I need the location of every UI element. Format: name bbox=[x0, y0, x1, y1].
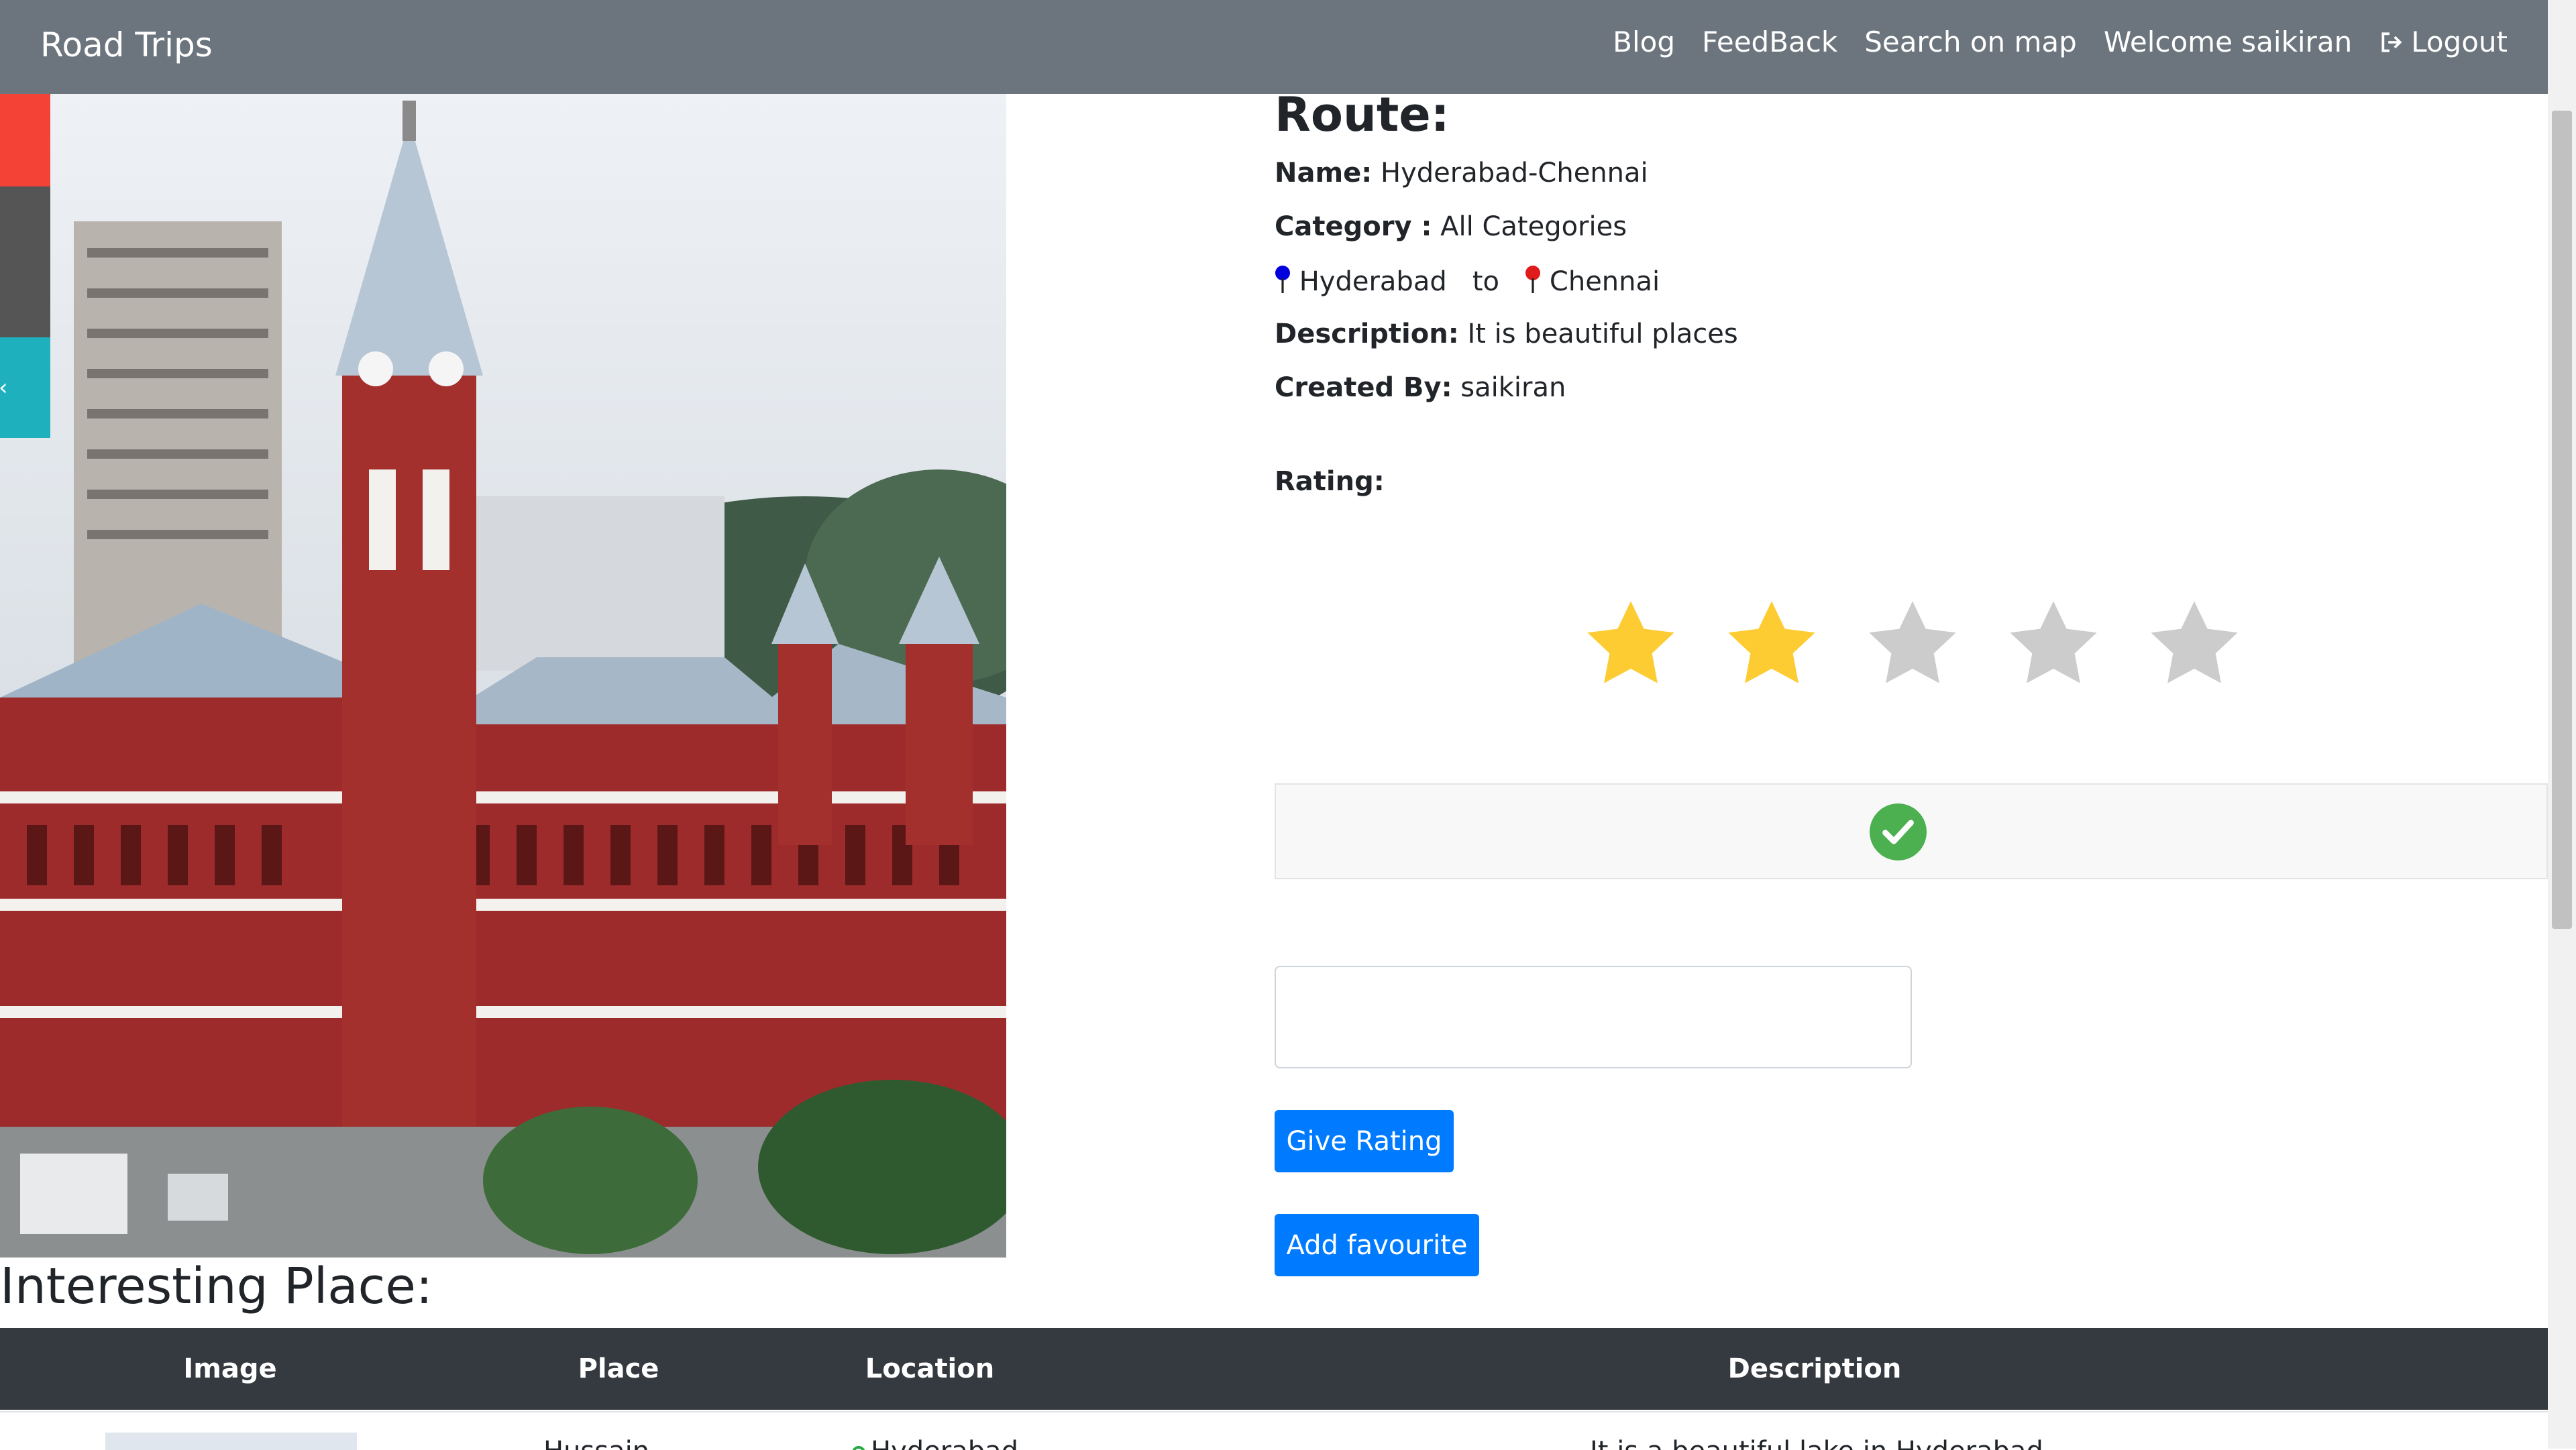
route-name-row: Name: Hyderabad-Chennai bbox=[1275, 158, 1648, 188]
add-favourite-button[interactable]: Add favourite bbox=[1275, 1214, 1479, 1276]
location-marker-icon bbox=[852, 1446, 865, 1450]
column-header-image: Image bbox=[183, 1353, 277, 1384]
place-thumbnail bbox=[105, 1433, 357, 1450]
side-tab-teal[interactable]: ‹ bbox=[0, 337, 50, 438]
rating-row: Rating: bbox=[1275, 466, 1385, 497]
route-photo bbox=[0, 94, 1006, 1258]
side-tab-gray[interactable] bbox=[0, 186, 50, 337]
chevron-left-icon: ‹ bbox=[0, 374, 8, 401]
route-created-by-label: Created By: bbox=[1275, 372, 1452, 403]
route-description-value: It is beautiful places bbox=[1467, 319, 1738, 349]
route-title: Route: bbox=[1275, 87, 1450, 142]
route-detail-panel: Route: Name: Hyderabad-Chennai Category … bbox=[1275, 0, 2548, 1308]
route-name-label: Name: bbox=[1275, 158, 1373, 188]
rating-label: Rating: bbox=[1275, 466, 1385, 497]
column-header-place: Place bbox=[578, 1353, 659, 1384]
places-table-header: Image Place Location Description bbox=[0, 1328, 2548, 1410]
star-filled-icon[interactable] bbox=[1580, 594, 1682, 695]
start-pin-icon bbox=[1275, 266, 1290, 293]
route-name-value: Hyderabad-Chennai bbox=[1381, 158, 1648, 188]
route-to-word: to bbox=[1472, 266, 1500, 297]
place-description-cell: It is a beautiful lake in Hyderabad bbox=[1590, 1436, 2043, 1450]
give-rating-button[interactable]: Give Rating bbox=[1275, 1110, 1454, 1172]
route-to: Chennai bbox=[1549, 266, 1660, 297]
route-category-value: All Categories bbox=[1440, 211, 1627, 242]
scrollbar-thumb[interactable] bbox=[2552, 111, 2572, 929]
end-pin-icon bbox=[1525, 266, 1541, 293]
check-circle-icon bbox=[1870, 803, 1927, 860]
place-location-text: Hyderabad bbox=[871, 1436, 1018, 1450]
star-rating-widget[interactable] bbox=[1580, 594, 2245, 695]
place-name-cell: Hussain... bbox=[543, 1436, 675, 1450]
place-location-cell: Hyderabad bbox=[852, 1436, 1018, 1450]
rating-comment-textarea[interactable] bbox=[1275, 966, 1912, 1068]
table-row[interactable]: Hussain... Hyderabad It is a beautiful l… bbox=[0, 1411, 2548, 1450]
page-scrollbar[interactable] bbox=[2548, 0, 2576, 1449]
rating-status-box bbox=[1275, 783, 2548, 879]
star-empty-icon[interactable] bbox=[1862, 594, 1964, 695]
interesting-places-title: Interesting Place: bbox=[0, 1258, 433, 1315]
star-empty-icon[interactable] bbox=[2002, 594, 2104, 695]
route-created-by-row: Created By: saikiran bbox=[1275, 372, 1566, 403]
route-category-label: Category : bbox=[1275, 211, 1432, 242]
star-filled-icon[interactable] bbox=[1721, 594, 1823, 695]
side-tab-red[interactable] bbox=[0, 94, 50, 186]
star-empty-icon[interactable] bbox=[2143, 594, 2245, 695]
route-locations-row: Hyderabad to Chennai bbox=[1275, 265, 1660, 297]
column-header-location: Location bbox=[865, 1353, 995, 1384]
route-description-row: Description: It is beautiful places bbox=[1275, 319, 1738, 349]
route-created-by-value: saikiran bbox=[1460, 372, 1566, 403]
route-category-row: Category : All Categories bbox=[1275, 211, 1627, 242]
brand-logo[interactable]: Road Trips bbox=[40, 25, 213, 64]
route-from: Hyderabad bbox=[1299, 266, 1447, 297]
route-description-label: Description: bbox=[1275, 319, 1459, 349]
column-header-description: Description bbox=[1727, 1353, 1902, 1384]
